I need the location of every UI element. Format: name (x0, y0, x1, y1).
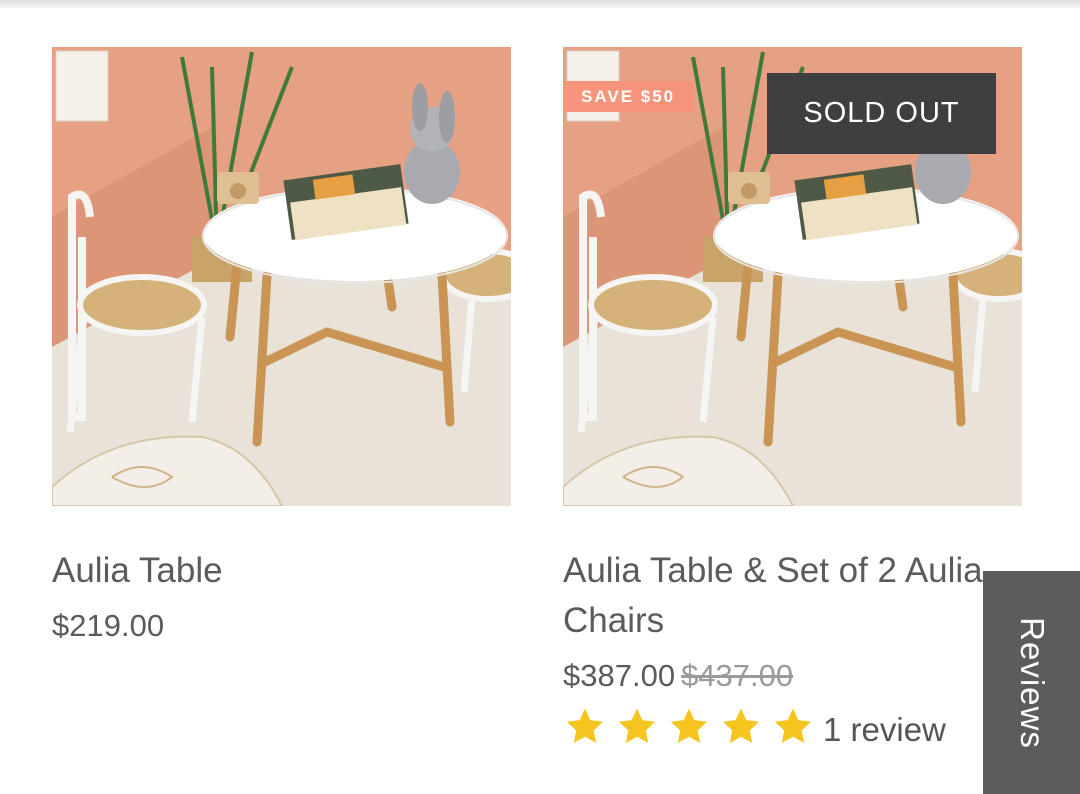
product-photo-illustration (52, 47, 511, 506)
star-icon (722, 708, 760, 743)
sold-out-badge: SOLD OUT (767, 73, 996, 154)
compare-at-price: $437.00 (681, 658, 794, 693)
product-price-row: $387.00 $437.00 (563, 658, 1022, 694)
star-rating (563, 706, 823, 753)
product-title[interactable]: Aulia Table & Set of 2 Aulia Chairs (563, 546, 1022, 646)
save-badge: SAVE $50 (563, 81, 694, 112)
reviews-tab-label: Reviews (1013, 616, 1051, 749)
star-icon (566, 708, 604, 743)
product-card-aulia-table-set[interactable]: SAVE $50 SOLD OUT Aulia Table & Set of 2… (563, 47, 1022, 753)
product-price: $387.00 (563, 658, 676, 693)
star-icon (774, 708, 812, 743)
star-icon (618, 708, 656, 743)
product-image[interactable]: SAVE $50 SOLD OUT (563, 47, 1022, 506)
product-title[interactable]: Aulia Table (52, 546, 511, 596)
rating-row[interactable]: 1 review (563, 706, 1022, 753)
header-shadow (0, 0, 1080, 8)
product-image[interactable] (52, 47, 511, 506)
product-price: $219.00 (52, 608, 165, 643)
star-icon (670, 708, 708, 743)
reviews-side-tab[interactable]: Reviews (983, 571, 1080, 794)
product-card-aulia-table[interactable]: Aulia Table $219.00 (52, 47, 511, 644)
review-count[interactable]: 1 review (823, 711, 946, 749)
product-price-row: $219.00 (52, 608, 511, 644)
